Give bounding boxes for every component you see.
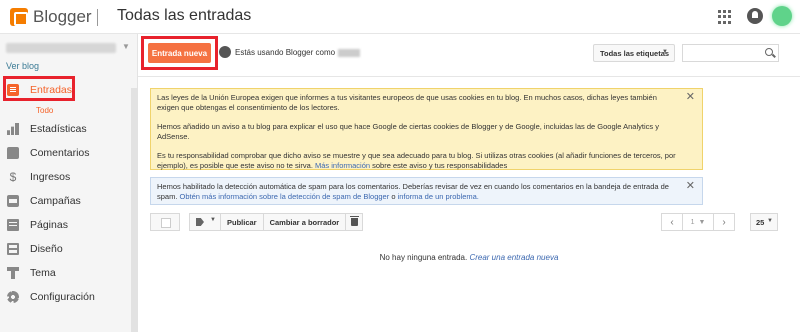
sidebar-item-label: Ingresos [30,171,71,183]
sidebar-item-stats[interactable]: Estadísticas [0,118,137,140]
settings-icon [7,291,19,303]
sidebar-item-label: Diseño [30,243,63,255]
chevron-down-icon: ▼ [662,49,668,55]
revert-to-draft-button[interactable]: Cambiar a borrador [262,213,347,231]
close-icon[interactable]: ✕ [686,92,695,103]
signed-in-as: Estás usando Blogger como [235,48,361,57]
labels-filter-label: Todas las etiquetas [600,48,670,58]
pagination: ‹ 1 ▼ › [661,213,735,231]
spam-notice: Hemos habilitado la detección automática… [150,177,703,205]
sidebar-item-label: Comentarios [30,147,90,159]
labels-button[interactable]: ▼ [189,213,221,231]
empty-state-text: No hay ninguna entrada. [379,253,468,262]
earnings-icon: $ [9,170,17,184]
sidebar: ▼ Ver blog Entradas Todo Estadísticas Co… [0,34,138,332]
per-page-value: 25 [756,217,765,227]
blog-selector[interactable] [6,43,116,53]
trash-icon [349,216,359,226]
sidebar-item-earnings[interactable]: $ Ingresos [0,166,137,188]
theme-icon [7,267,19,279]
cookie-notice-text: Las leyes de la Unión Europea exigen que… [157,93,657,112]
publish-button[interactable]: Publicar [220,213,264,231]
post-actions: Publicar Cambiar a borrador [220,213,364,231]
sidebar-subitem-all[interactable]: Todo [36,106,53,115]
view-blog-link[interactable]: Ver blog [6,61,39,71]
blogger-logo-icon[interactable] [10,8,28,26]
cookie-notice-text: Es tu responsabilidad comprobar que dich… [157,151,676,170]
highlight-frame [3,76,75,101]
blog-selector-caret-icon[interactable]: ▼ [122,42,130,51]
account-avatar[interactable] [772,6,792,26]
divider [138,76,800,77]
sidebar-item-label: Campañas [30,195,81,207]
spam-info-link[interactable]: Obtén más información sobre la detección… [180,192,390,201]
apps-grid-icon[interactable] [718,10,732,24]
sidebar-item-theme[interactable]: Tema [0,262,137,284]
user-avatar [219,46,231,58]
delete-button[interactable] [345,213,364,231]
sidebar-item-comments[interactable]: Comentarios [0,142,137,164]
cookie-notice-text: Hemos añadido un aviso a tu blog para ex… [157,122,659,141]
stats-icon [7,123,19,135]
page-select[interactable]: 1 ▼ [682,213,714,231]
chevron-down-icon: ▼ [698,218,706,226]
page-number: 1 [690,218,695,226]
empty-state: No hay ninguna entrada. Crear una entrad… [138,253,800,262]
sidebar-item-label: Páginas [30,219,68,231]
report-problem-link[interactable]: informa de un problema. [398,192,479,201]
per-page-select[interactable]: 25 ▼ [750,213,778,231]
sidebar-item-label: Tema [30,267,56,279]
blurred-username [338,48,361,57]
sidebar-item-settings[interactable]: Configuración [0,286,137,308]
chevron-down-icon: ▼ [767,218,773,224]
app-header: Blogger Todas las entradas [0,0,800,34]
search-icon[interactable] [765,48,773,56]
sidebar-item-label: Estadísticas [30,123,87,135]
new-post-button[interactable]: Entrada nueva [148,43,211,63]
header-divider [97,9,98,26]
pages-icon [7,219,19,231]
sidebar-item-campaigns[interactable]: Campañas [0,190,137,212]
sidebar-item-label: Configuración [30,291,95,303]
prev-page-button[interactable]: ‹ [661,213,683,231]
sidebar-item-layout[interactable]: Diseño [0,238,137,260]
select-all-checkbox[interactable] [150,213,180,231]
close-icon[interactable]: ✕ [686,181,695,192]
next-page-button[interactable]: › [713,213,735,231]
tag-icon [196,218,204,226]
sidebar-item-pages[interactable]: Páginas [0,214,137,236]
layout-icon [7,243,19,255]
labels-filter-dropdown[interactable]: Todas las etiquetas ▼ [593,44,675,62]
more-info-link[interactable]: Más información [315,161,370,170]
notifications-icon[interactable] [747,8,763,24]
chevron-down-icon: ▼ [210,217,216,223]
create-post-link[interactable]: Crear una entrada nueva [469,253,558,262]
comments-icon [7,147,19,159]
scroll-gutter[interactable] [131,88,138,332]
spam-notice-text: Hemos habilitado la detección automática… [157,182,669,201]
campaigns-icon [7,195,19,207]
cookie-notice: Las leyes de la Unión Europea exigen que… [150,88,703,170]
page-title: Todas las entradas [117,7,252,24]
brand-name[interactable]: Blogger [33,7,92,27]
